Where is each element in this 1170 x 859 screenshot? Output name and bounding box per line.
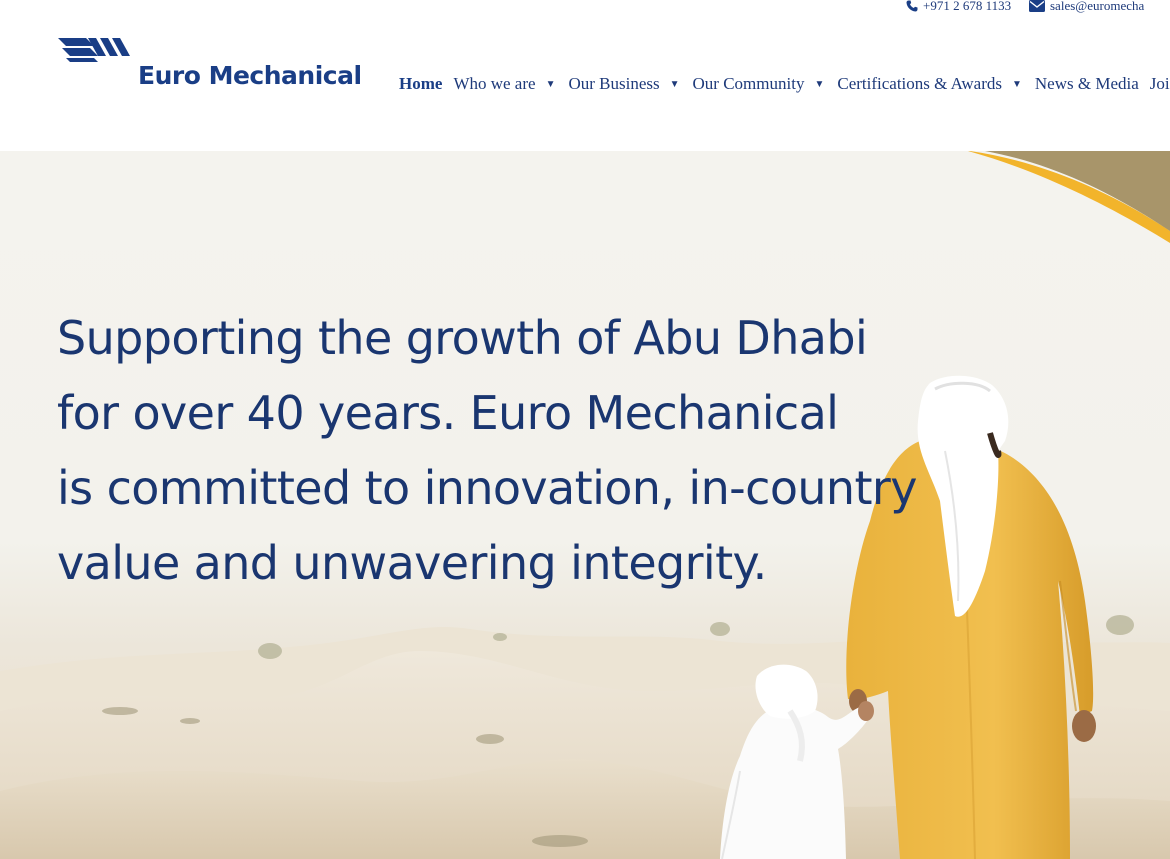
nav-our-business[interactable]: Our Business ▼ [568, 74, 692, 94]
nav-join-us[interactable]: Join U [1150, 74, 1170, 94]
nav-certifications-awards-label: Certifications & Awards [837, 74, 1002, 93]
caret-down-icon: ▼ [545, 78, 556, 90]
phone-icon [906, 0, 918, 12]
hero-headline: Supporting the growth of Abu Dhabi for o… [57, 301, 917, 601]
caret-down-icon: ▼ [669, 78, 680, 90]
phone-link[interactable]: +971 2 678 1133 [906, 0, 1011, 14]
nav-news-media[interactable]: News & Media [1035, 74, 1139, 94]
nav-home[interactable]: Home [399, 74, 442, 94]
hero-line-1: Supporting the growth of Abu Dhabi [57, 311, 868, 365]
email-text: sales@euromecha [1050, 0, 1145, 13]
nav-news-media-label: News & Media [1034, 74, 1139, 93]
nav-certifications-awards[interactable]: Certifications & Awards ▼ [837, 74, 1035, 94]
logo-mark-icon [58, 38, 130, 62]
caret-down-icon: ▼ [1012, 78, 1022, 90]
hero-line-4: value and unwavering integrity. [57, 536, 767, 590]
nav-home-label: Home [399, 74, 443, 93]
hero-line-2: for over 40 years. Euro Mechanical [57, 386, 839, 440]
site-header: Euro Mechanical Home Who we are ▼ Our Bus… [0, 0, 1170, 151]
nav-our-community-label: Our Community [692, 74, 805, 93]
nav-who-we-are[interactable]: Who we are ▼ [453, 74, 568, 94]
nav-our-business-label: Our Business [568, 74, 660, 93]
hero-banner: Supporting the growth of Abu Dhabi for o… [0, 151, 1170, 859]
hero-line-3: is committed to innovation, in-country [57, 461, 917, 515]
caret-down-icon: ▼ [814, 78, 825, 90]
logo-text: Euro Mechanical [138, 61, 362, 90]
phone-text: +971 2 678 1133 [923, 0, 1012, 13]
main-nav: Home Who we are ▼ Our Business ▼ Our Commu… [399, 73, 1170, 95]
logo[interactable]: Euro Mechanical [58, 36, 362, 96]
envelope-icon [1029, 0, 1045, 12]
nav-who-we-are-label: Who we are [453, 74, 536, 93]
email-link[interactable]: sales@euromecha [1029, 0, 1144, 14]
nav-our-community[interactable]: Our Community ▼ [693, 74, 838, 94]
nav-join-us-label: Join U [1149, 74, 1170, 93]
